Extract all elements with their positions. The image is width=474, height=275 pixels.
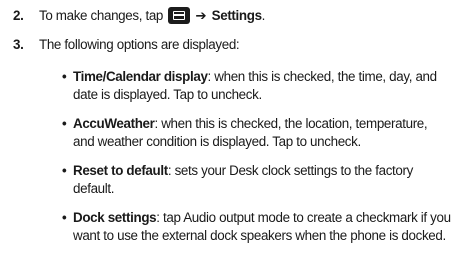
option-text-line1: : sets your Desk clock settings to the f…: [167, 163, 413, 178]
step-text: To make changes, tap ➔ Settings.: [39, 7, 265, 25]
arrow-icon: ➔: [195, 8, 207, 23]
step-text-intro: To make changes, tap: [39, 8, 167, 23]
option-term: Dock settings: [73, 210, 157, 225]
option-text-line1: : when this is checked, the location, te…: [154, 116, 428, 131]
settings-label: Settings: [211, 8, 262, 23]
bullet-icon: •: [62, 210, 67, 225]
option-term: Reset to default: [73, 163, 168, 178]
option-text-line1: : tap Audio output mode to create a chec…: [156, 210, 451, 225]
option-text-line1: : when this is checked, the time, day, a…: [207, 69, 438, 84]
menu-icon: [168, 7, 191, 24]
step-number: 3.: [13, 37, 24, 52]
option-description: Time/Calendar display: when this is chec…: [73, 68, 473, 104]
option-description: Reset to default: sets your Desk clock s…: [73, 162, 473, 198]
option-text-line2: want to use the external dock speakers w…: [73, 228, 446, 243]
option-text-line2: default.: [73, 181, 115, 196]
bullet-icon: •: [62, 116, 67, 131]
step-text: The following options are displayed:: [39, 37, 240, 52]
option-text-line2: date is displayed. Tap to uncheck.: [73, 87, 262, 102]
step-text-end: .: [261, 8, 266, 23]
option-term: AccuWeather: [73, 116, 155, 131]
option-description: AccuWeather: when this is checked, the l…: [73, 115, 473, 151]
step-number: 2.: [13, 8, 24, 23]
option-text-line2: and weather condition is displayed. Tap …: [73, 134, 361, 149]
bullet-icon: •: [62, 69, 67, 84]
option-description: Dock settings: tap Audio output mode to …: [73, 209, 473, 245]
bullet-icon: •: [62, 163, 67, 178]
option-term: Time/Calendar display: [73, 69, 208, 84]
